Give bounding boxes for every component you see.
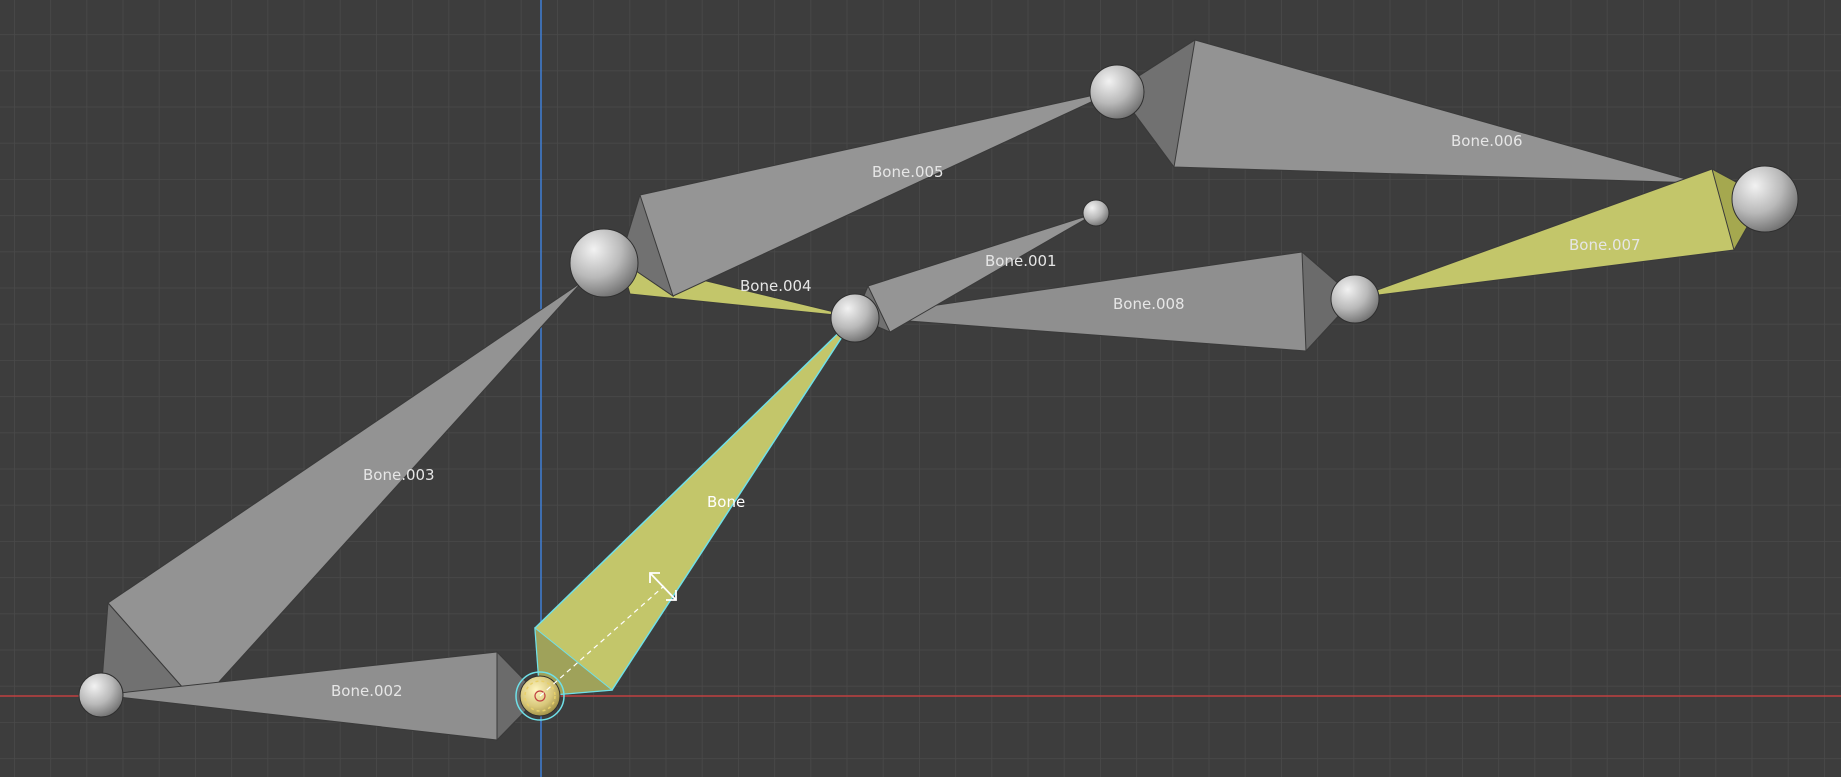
- bone-label-bone-008: Bone.008: [1113, 295, 1185, 313]
- joint-bone-005-head[interactable]: [569, 228, 639, 298]
- bone-label-bone: Bone: [707, 493, 745, 511]
- bone-label-bone-005: Bone.005: [872, 163, 944, 181]
- 3d-viewport[interactable]: Bone Bone.001 Bone.002 Bone.003 Bone.004…: [0, 0, 1841, 777]
- bone-label-bone-002: Bone.002: [331, 682, 403, 700]
- bone-label-bone-004: Bone.004: [740, 277, 812, 295]
- joint-bone-001-tail[interactable]: [1082, 199, 1110, 227]
- viewport-grid: [0, 0, 1841, 777]
- bone-label-bone-006: Bone.006: [1451, 132, 1523, 150]
- joint-bone-006-head[interactable]: [1089, 64, 1145, 120]
- joint-bone-001-head[interactable]: [830, 293, 880, 343]
- joint-bone-007-head[interactable]: [1330, 274, 1380, 324]
- bone-label-bone-003: Bone.003: [363, 466, 435, 484]
- bone-label-bone-001: Bone.001: [985, 252, 1057, 270]
- bone-label-bone-007: Bone.007: [1569, 236, 1641, 254]
- joint-bone-002-head[interactable]: [78, 672, 124, 718]
- joint-bone-007-tail[interactable]: [1731, 165, 1799, 233]
